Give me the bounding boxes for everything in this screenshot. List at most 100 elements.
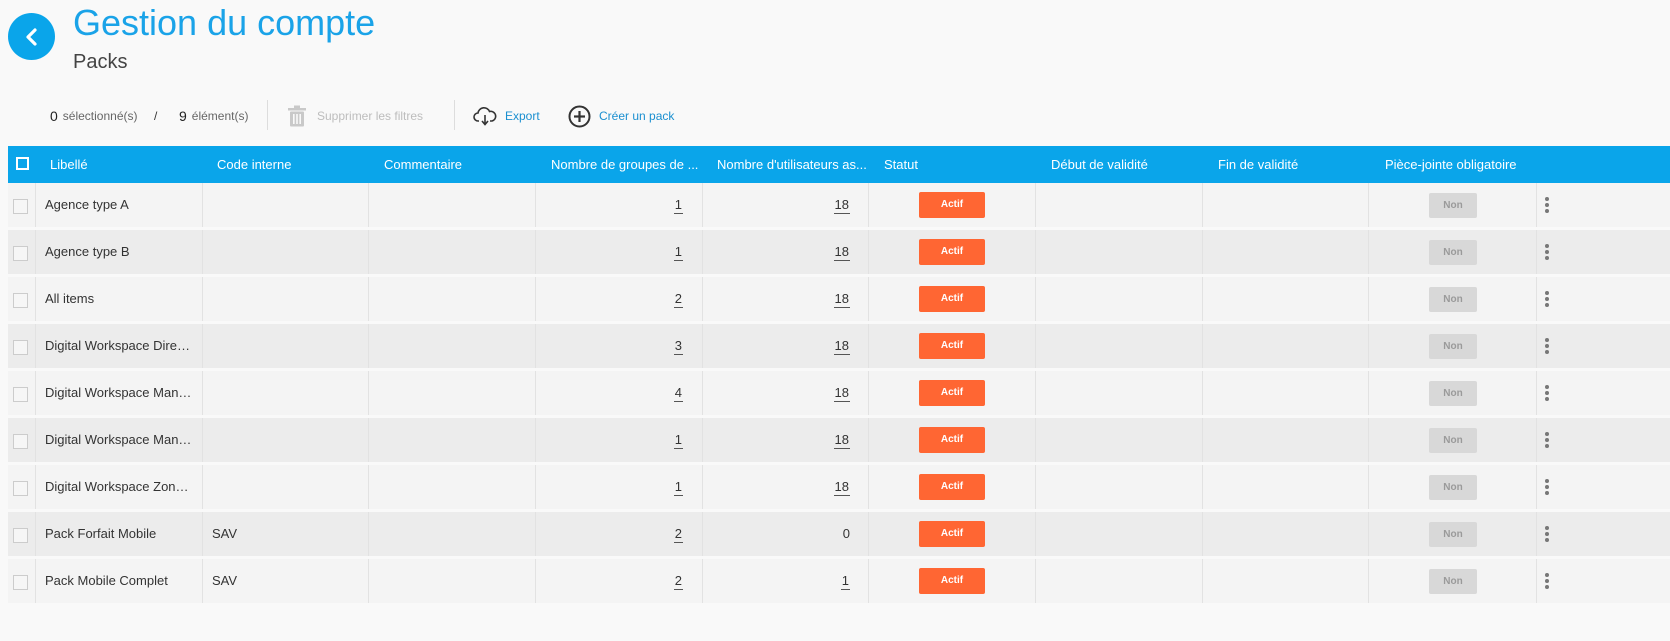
cell-libelle[interactable]: Digital Workspace Manag... — [45, 418, 195, 462]
row-checkbox[interactable] — [13, 199, 28, 214]
cell-commentaire — [378, 418, 528, 462]
cell-libelle[interactable]: Digital Workspace Zone A... — [45, 465, 195, 509]
cell-nombre-groupes[interactable]: 2 — [535, 277, 683, 321]
users-count-link[interactable]: 18 — [833, 197, 850, 214]
cell-nombre-utilisateurs[interactable]: 18 — [702, 324, 850, 368]
users-count-link[interactable]: 1 — [840, 573, 850, 590]
row-checkbox[interactable] — [13, 528, 28, 543]
cell-nombre-utilisateurs[interactable]: 18 — [702, 183, 850, 227]
export-button[interactable]: Export — [473, 96, 540, 136]
kebab-menu-icon[interactable] — [1539, 572, 1555, 590]
cell-nombre-groupes[interactable]: 2 — [535, 559, 683, 603]
column-divider — [1368, 324, 1369, 368]
cell-nombre-utilisateurs[interactable]: 18 — [702, 465, 850, 509]
users-count-link[interactable]: 18 — [833, 385, 850, 402]
table-row[interactable]: Digital Workspace Zone A... 1 18 Actif Non — [8, 465, 1670, 512]
cell-fin-validite — [1212, 559, 1362, 603]
cell-code-interne — [212, 371, 362, 415]
kebab-menu-icon[interactable] — [1539, 431, 1555, 449]
create-pack-button[interactable]: Créer un pack — [568, 96, 674, 136]
column-header-code-interne[interactable]: Code interne — [217, 146, 291, 183]
cell-libelle[interactable]: Agence type A — [45, 183, 195, 227]
page-title: Gestion du compte — [73, 2, 376, 43]
groups-count-link[interactable]: 2 — [673, 526, 683, 543]
users-count-link[interactable]: 18 — [833, 338, 850, 355]
groups-count-link[interactable]: 3 — [673, 338, 683, 355]
groups-count-link[interactable]: 2 — [673, 573, 683, 590]
row-checkbox[interactable] — [13, 387, 28, 402]
row-checkbox[interactable] — [13, 340, 28, 355]
cell-libelle[interactable]: Pack Mobile Complet — [45, 559, 195, 603]
cell-libelle[interactable]: All items — [45, 277, 195, 321]
kebab-menu-icon[interactable] — [1539, 290, 1555, 308]
page-subtitle: Packs — [73, 51, 128, 73]
groups-count-link[interactable]: 4 — [673, 385, 683, 402]
cell-nombre-utilisateurs[interactable]: 18 — [702, 371, 850, 415]
column-divider — [1202, 465, 1203, 509]
column-header-statut[interactable]: Statut — [884, 146, 918, 183]
users-count-link[interactable]: 18 — [833, 291, 850, 308]
cell-nombre-groupes[interactable]: 1 — [535, 230, 683, 274]
users-count-link[interactable]: 18 — [833, 244, 850, 261]
cell-libelle[interactable]: Agence type B — [45, 230, 195, 274]
groups-count-link[interactable]: 1 — [673, 244, 683, 261]
table-row[interactable]: Pack Forfait Mobile SAV 2 0 Actif Non — [8, 512, 1670, 559]
column-header-nombre-groupes[interactable]: Nombre de groupes de ... — [551, 146, 701, 183]
column-header-commentaire[interactable]: Commentaire — [384, 146, 462, 183]
row-checkbox[interactable] — [13, 246, 28, 261]
cell-fin-validite — [1212, 277, 1362, 321]
users-count-link[interactable]: 18 — [833, 432, 850, 449]
clear-filters-button[interactable]: Supprimer les filtres — [286, 96, 423, 136]
groups-count-link[interactable]: 2 — [673, 291, 683, 308]
column-divider — [1536, 512, 1537, 556]
kebab-menu-icon[interactable] — [1539, 384, 1555, 402]
table-row[interactable]: Digital Workspace Manag... 1 18 Actif Non — [8, 418, 1670, 465]
kebab-menu-icon[interactable] — [1539, 243, 1555, 261]
column-header-fin-validite[interactable]: Fin de validité — [1218, 146, 1298, 183]
chevron-left-icon — [25, 27, 37, 46]
table-row[interactable]: Digital Workspace Director 3 18 Actif Non — [8, 324, 1670, 371]
kebab-menu-icon[interactable] — [1539, 525, 1555, 543]
groups-count-link[interactable]: 1 — [673, 432, 683, 449]
table-row[interactable]: Digital Workspace Manager 4 18 Actif Non — [8, 371, 1670, 418]
kebab-menu-icon[interactable] — [1539, 478, 1555, 496]
row-checkbox[interactable] — [13, 293, 28, 308]
cell-libelle[interactable]: Digital Workspace Director — [45, 324, 195, 368]
column-divider — [1202, 324, 1203, 368]
table-row[interactable]: Agence type A 1 18 Actif Non — [8, 183, 1670, 230]
groups-count-link[interactable]: 1 — [673, 197, 683, 214]
table-row[interactable]: All items 2 18 Actif Non — [8, 277, 1670, 324]
row-checkbox[interactable] — [13, 481, 28, 496]
table-row[interactable]: Agence type B 1 18 Actif Non — [8, 230, 1670, 277]
kebab-menu-icon[interactable] — [1539, 337, 1555, 355]
table-row[interactable]: Pack Mobile Complet SAV 2 1 Actif Non — [8, 559, 1670, 606]
column-header-nombre-utilisateurs[interactable]: Nombre d'utilisateurs as... — [717, 146, 869, 183]
cell-nombre-groupes[interactable]: 2 — [535, 512, 683, 556]
groups-count-link[interactable]: 1 — [673, 479, 683, 496]
cell-nombre-groupes[interactable]: 3 — [535, 324, 683, 368]
select-all-checkbox[interactable] — [16, 157, 29, 170]
column-header-debut-validite[interactable]: Début de validité — [1051, 146, 1148, 183]
column-divider — [1536, 418, 1537, 462]
cell-nombre-groupes[interactable]: 1 — [535, 465, 683, 509]
column-header-piece-jointe[interactable]: Pièce-jointe obligatoire — [1385, 146, 1517, 183]
column-divider — [1035, 512, 1036, 556]
cell-nombre-utilisateurs[interactable]: 18 — [702, 230, 850, 274]
column-divider — [1035, 183, 1036, 227]
back-button[interactable] — [8, 13, 55, 60]
cell-nombre-utilisateurs[interactable]: 1 — [702, 559, 850, 603]
kebab-menu-icon[interactable] — [1539, 196, 1555, 214]
cell-libelle[interactable]: Pack Forfait Mobile — [45, 512, 195, 556]
cell-nombre-utilisateurs[interactable]: 18 — [702, 418, 850, 462]
cell-nombre-utilisateurs[interactable]: 18 — [702, 277, 850, 321]
row-checkbox[interactable] — [13, 434, 28, 449]
row-checkbox[interactable] — [13, 575, 28, 590]
cell-nombre-groupes[interactable]: 4 — [535, 371, 683, 415]
create-pack-label: Créer un pack — [599, 109, 675, 123]
users-count-link[interactable]: 18 — [833, 479, 850, 496]
status-badge: Actif — [919, 474, 985, 500]
cell-nombre-groupes[interactable]: 1 — [535, 418, 683, 462]
column-header-libelle[interactable]: Libellé — [50, 146, 88, 183]
cell-nombre-groupes[interactable]: 1 — [535, 183, 683, 227]
cell-libelle[interactable]: Digital Workspace Manager — [45, 371, 195, 415]
